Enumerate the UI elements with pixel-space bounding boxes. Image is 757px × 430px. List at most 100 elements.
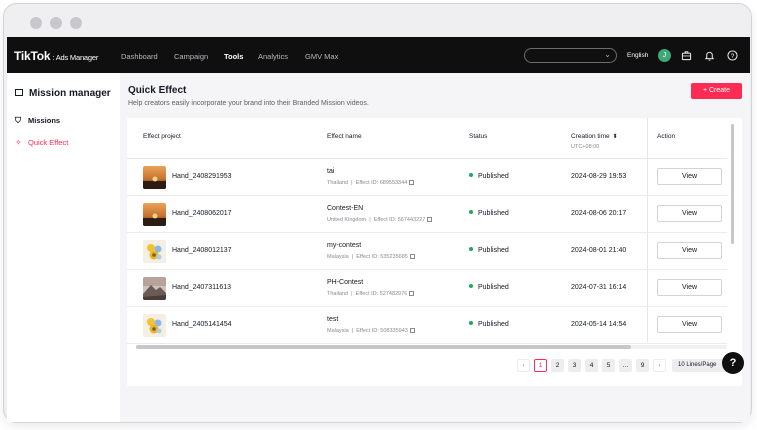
effect-project-name: Hand_2408012137 bbox=[172, 247, 232, 254]
column-header-effect-project: Effect project bbox=[143, 133, 181, 140]
effect-project-name: Hand_2408291953 bbox=[172, 173, 232, 180]
main-content: Quick Effect Help creators easily incorp… bbox=[120, 73, 750, 422]
nav-dashboard[interactable]: Dashboard bbox=[121, 52, 158, 61]
pagination-page-button[interactable]: 2 bbox=[551, 359, 564, 372]
effects-table-card: Effect project Effect name Status Creati… bbox=[127, 118, 744, 386]
view-button[interactable]: View bbox=[657, 205, 722, 222]
meta-separator: | bbox=[366, 217, 374, 223]
status-badge: Published bbox=[469, 210, 509, 217]
view-button[interactable]: View bbox=[657, 316, 722, 333]
shield-icon: ⛉ bbox=[15, 116, 21, 125]
creation-time-label: Creation time bbox=[571, 133, 610, 140]
copy-icon[interactable] bbox=[409, 180, 415, 185]
view-button[interactable]: View bbox=[657, 279, 722, 296]
effect-name: PH-Contest bbox=[327, 279, 364, 286]
effect-thumbnail bbox=[143, 277, 166, 300]
briefcase-icon[interactable] bbox=[681, 50, 692, 61]
status-dot-icon bbox=[469, 321, 473, 325]
nav-analytics[interactable]: Analytics bbox=[258, 52, 288, 61]
language-selector[interactable]: English bbox=[627, 52, 648, 59]
sidebar-item-label: Quick Effect bbox=[28, 138, 69, 147]
copy-icon[interactable] bbox=[409, 254, 415, 259]
page-size-value: 10 Lines/Page bbox=[678, 362, 717, 368]
vertical-scrollbar[interactable] bbox=[731, 124, 734, 244]
pagination-page-button[interactable]: 9 bbox=[636, 359, 649, 372]
help-circle-icon[interactable]: ? bbox=[727, 50, 738, 61]
effect-icon: ✧ bbox=[15, 138, 22, 147]
effect-id: Effect ID: 527482976 bbox=[355, 291, 408, 297]
table-row: Hand_2408062017 Contest-EN United Kingdom … bbox=[127, 196, 727, 233]
nav-tools[interactable]: Tools bbox=[224, 52, 243, 61]
column-header-status: Status bbox=[469, 133, 488, 140]
meta-separator: | bbox=[348, 180, 356, 186]
account-search-select[interactable]: ⌄ bbox=[524, 48, 617, 63]
effect-thumbnail bbox=[143, 240, 166, 263]
chevron-down-icon: ⌄ bbox=[604, 50, 611, 59]
pagination-prev-button[interactable]: ‹ bbox=[517, 359, 530, 372]
effect-meta: United Kingdom | Effect ID: 567443227 bbox=[327, 217, 433, 223]
copy-icon[interactable] bbox=[409, 328, 415, 333]
svg-text:?: ? bbox=[731, 53, 735, 60]
column-header-creation-time[interactable]: Creation time ⬍ bbox=[571, 133, 618, 140]
status-badge: Published bbox=[469, 173, 509, 180]
effect-id: Effect ID: 567443227 bbox=[373, 217, 426, 223]
logo-text: TikTok bbox=[14, 49, 51, 63]
view-button[interactable]: View bbox=[657, 168, 722, 185]
copy-icon[interactable] bbox=[427, 217, 433, 222]
horizontal-scrollbar-track[interactable] bbox=[136, 345, 727, 349]
view-button[interactable]: View bbox=[657, 242, 722, 259]
copy-icon[interactable] bbox=[409, 291, 415, 296]
effect-project-name: Hand_2408062017 bbox=[172, 210, 232, 217]
creation-time: 2024-08-01 21:40 bbox=[571, 247, 627, 254]
status-text: Published bbox=[478, 284, 509, 291]
window-close-button[interactable] bbox=[30, 17, 42, 29]
pagination-page-button[interactable]: ... bbox=[619, 359, 632, 372]
status-text: Published bbox=[478, 321, 509, 328]
avatar[interactable]: J bbox=[658, 49, 671, 62]
sidebar-title-text: Mission manager bbox=[29, 88, 111, 99]
effect-thumbnail bbox=[143, 166, 166, 189]
tiktok-ads-logo[interactable]: TikTok: Ads Manager bbox=[14, 49, 98, 63]
creation-time: 2024-08-06 20:17 bbox=[571, 210, 627, 217]
horizontal-scrollbar-thumb[interactable] bbox=[136, 345, 631, 349]
sidebar-title: Mission manager bbox=[15, 88, 111, 99]
effect-country: Malaysia bbox=[327, 328, 349, 334]
status-dot-icon bbox=[469, 210, 473, 214]
create-button[interactable]: + Create bbox=[691, 83, 742, 99]
effect-meta: Thailand | Effect ID: 527482976 bbox=[327, 291, 415, 297]
window-titlebar bbox=[4, 4, 751, 41]
nav-gmv-max[interactable]: GMV Max bbox=[305, 52, 338, 61]
pagination-page-button[interactable]: 3 bbox=[568, 359, 581, 372]
sort-icon[interactable]: ⬍ bbox=[613, 133, 618, 140]
table-row: Hand_2405141454 test Malaysia | Effect ID:… bbox=[127, 307, 727, 344]
effect-meta: Malaysia | Effect ID: 508335943 bbox=[327, 328, 415, 334]
sidebar-item-quick-effect[interactable]: ✧ Quick Effect bbox=[7, 132, 120, 154]
creation-time-timezone: UTC+08:00 bbox=[571, 144, 600, 150]
creation-time: 2024-05-14 14:54 bbox=[571, 321, 627, 328]
pagination-page-button[interactable]: 4 bbox=[585, 359, 598, 372]
window-maximize-button[interactable] bbox=[70, 17, 82, 29]
effect-name: test bbox=[327, 316, 339, 323]
effect-project-name: Hand_2405141454 bbox=[172, 321, 232, 328]
sidebar-item-missions[interactable]: ⛉ Missions bbox=[7, 110, 120, 132]
effect-project-name: Hand_2407311613 bbox=[172, 284, 232, 291]
status-dot-icon bbox=[469, 284, 473, 288]
bell-icon[interactable] bbox=[704, 50, 715, 61]
column-header-action: Action bbox=[657, 133, 676, 140]
nav-campaign[interactable]: Campaign bbox=[174, 52, 208, 61]
help-floating-button[interactable]: ? bbox=[722, 352, 744, 374]
pagination-page-button[interactable]: 5 bbox=[602, 359, 615, 372]
window-minimize-button[interactable] bbox=[50, 17, 62, 29]
status-dot-icon bbox=[469, 247, 473, 251]
status-text: Published bbox=[478, 173, 509, 180]
pagination-page-button[interactable]: 1 bbox=[534, 359, 547, 372]
status-text: Published bbox=[478, 247, 509, 254]
page-title: Quick Effect bbox=[128, 85, 187, 96]
status-text: Published bbox=[478, 210, 509, 217]
meta-separator: | bbox=[348, 291, 356, 297]
effect-id: Effect ID: 508335943 bbox=[356, 328, 408, 334]
creation-time: 2024-08-29 19:53 bbox=[571, 173, 627, 180]
effect-name: tai bbox=[327, 168, 335, 175]
logo-subtext: : Ads Manager bbox=[52, 53, 99, 62]
pagination-next-button[interactable]: › bbox=[653, 359, 666, 372]
